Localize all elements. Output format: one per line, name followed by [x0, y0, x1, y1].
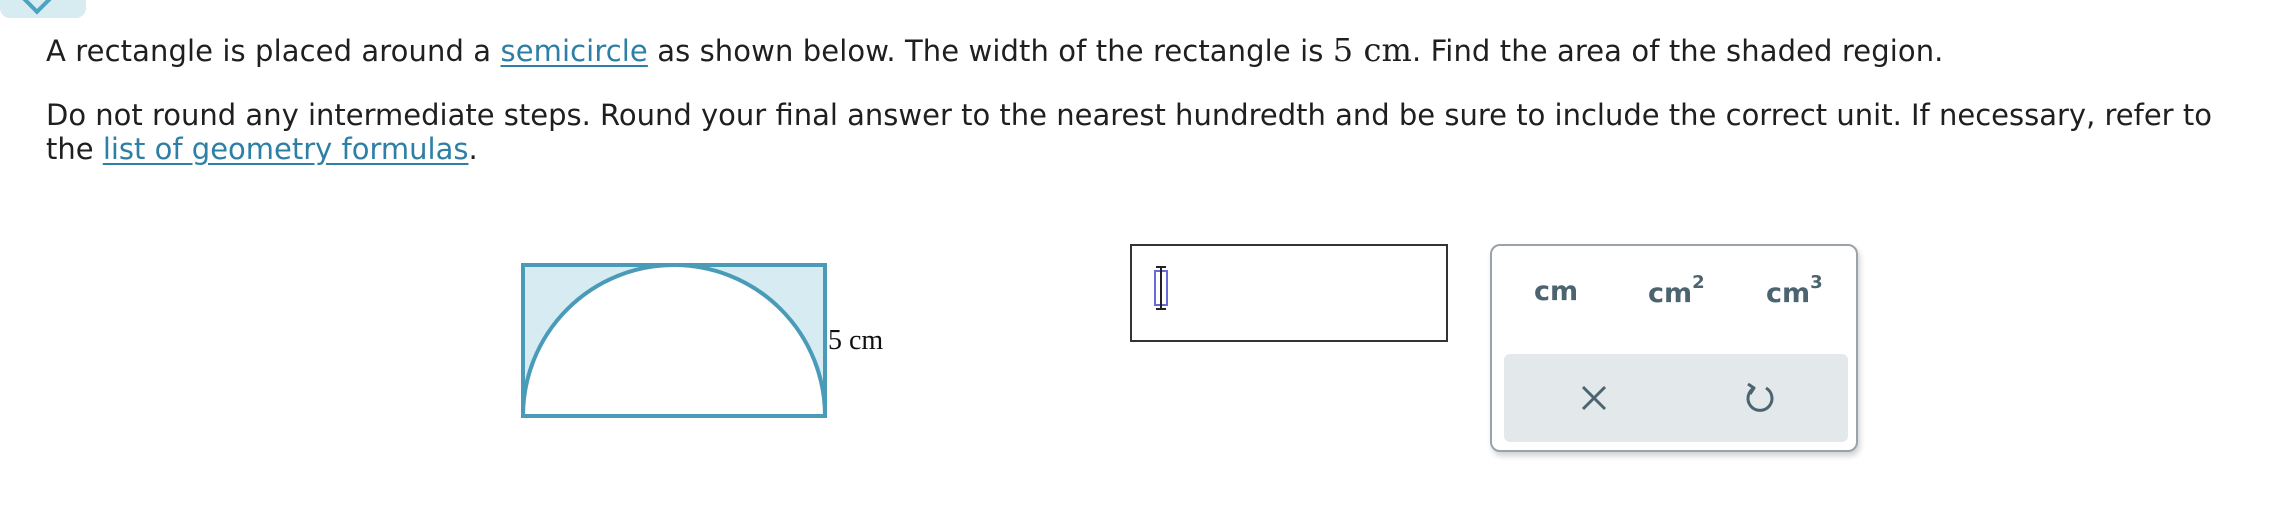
unit-cm-button[interactable]: cm — [1534, 276, 1578, 307]
unit-options: cm cm2 cm3 — [1492, 272, 1856, 316]
prompt-text-2: as shown below. The width of the rectang… — [647, 34, 1333, 68]
undo-button[interactable] — [1736, 374, 1784, 422]
width-value: 5 cm — [1332, 31, 1412, 69]
answer-input[interactable] — [1130, 244, 1448, 342]
page: A rectangle is placed around a semicircl… — [0, 0, 2274, 516]
clear-button[interactable] — [1570, 374, 1618, 422]
units-panel: cm cm2 cm3 — [1490, 244, 1858, 452]
text-cursor-icon — [1152, 266, 1170, 310]
unit-cm3-button[interactable]: cm3 — [1766, 272, 1823, 309]
chevron-down-icon — [21, 0, 53, 15]
prompt-text-1: A rectangle is placed around a — [46, 34, 501, 68]
semicircle-figure: 5 cm — [520, 255, 910, 445]
semicircle-link[interactable]: semicircle — [500, 34, 647, 68]
width-dimension-label: 5 cm — [828, 325, 884, 356]
prompt-text-3: . Find the area of the shaded region. — [1411, 34, 1944, 68]
collapse-tab[interactable] — [0, 0, 86, 18]
x-icon — [1581, 385, 1607, 411]
question-prompt: A rectangle is placed around a semicircl… — [46, 30, 1944, 71]
instructions: Do not round any intermediate steps. Rou… — [46, 98, 2236, 166]
geometry-formulas-link[interactable]: list of geometry formulas — [103, 132, 469, 166]
undo-icon — [1746, 382, 1774, 412]
instructions-end: . — [468, 132, 478, 166]
figure-svg — [521, 263, 827, 418]
action-bar — [1504, 354, 1848, 442]
unit-cm2-button[interactable]: cm2 — [1648, 272, 1705, 309]
